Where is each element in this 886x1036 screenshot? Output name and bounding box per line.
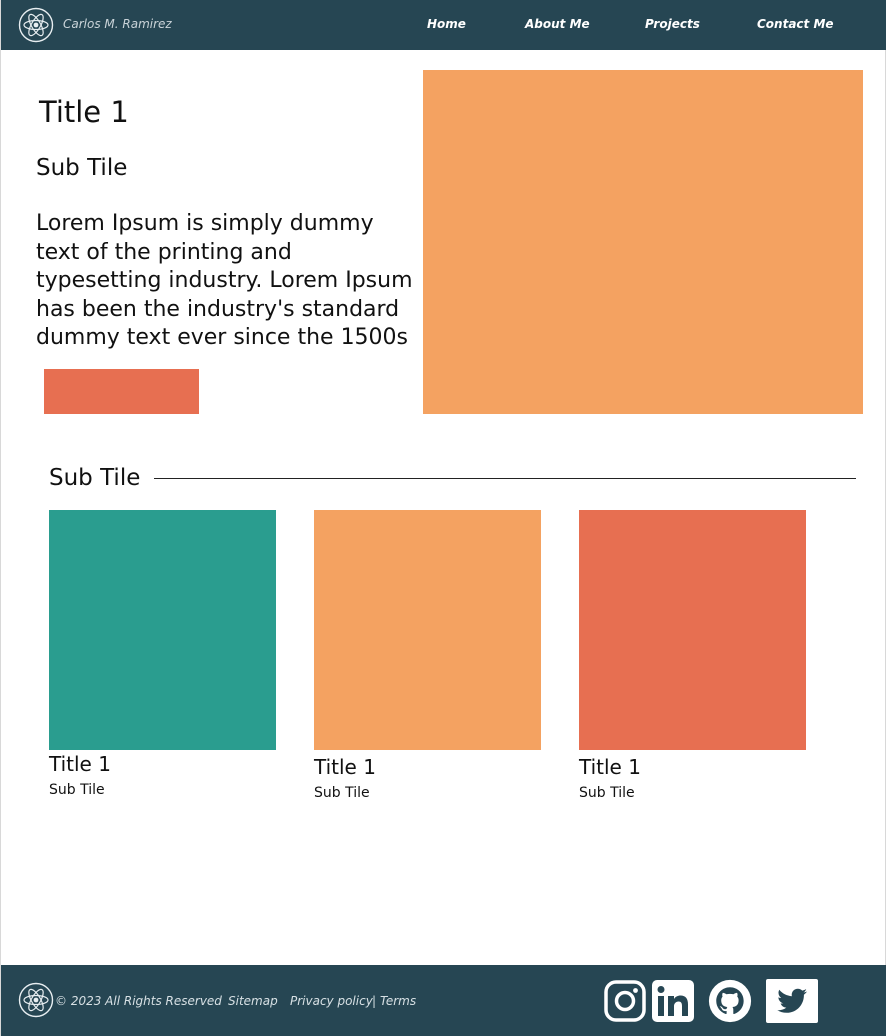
card-image-1[interactable] xyxy=(49,510,276,750)
footer-sitemap-link[interactable]: Sitemap xyxy=(228,994,278,1008)
hero-subtitle: Sub Tile xyxy=(36,155,128,181)
hero-image-placeholder xyxy=(423,70,863,414)
card-title-3: Title 1 xyxy=(579,755,641,779)
card-title-2: Title 1 xyxy=(314,755,376,779)
card-title-1: Title 1 xyxy=(49,752,111,776)
atom-logo-icon[interactable] xyxy=(18,7,54,43)
nav-home[interactable]: Home xyxy=(427,17,466,31)
hero-cta-button[interactable] xyxy=(44,369,199,414)
section-title: Sub Tile xyxy=(49,465,141,491)
hero-title: Title 1 xyxy=(39,95,129,129)
atom-logo-icon[interactable] xyxy=(18,982,54,1018)
footer-separator: | xyxy=(372,994,377,1008)
hero-body-text: Lorem Ipsum is simply dummy text of the … xyxy=(36,211,413,350)
footer-copyright: © 2023 All Rights Reserved xyxy=(55,994,222,1008)
nav-contact-me[interactable]: Contact Me xyxy=(757,17,834,31)
card-image-2[interactable] xyxy=(314,510,541,750)
section-divider xyxy=(154,478,856,479)
card-image-3[interactable] xyxy=(579,510,806,750)
github-icon[interactable] xyxy=(706,979,754,1023)
linkedin-icon[interactable] xyxy=(652,980,694,1022)
twitter-icon[interactable] xyxy=(766,979,818,1023)
card-subtitle-3: Sub Tile xyxy=(579,785,635,801)
card-subtitle-1: Sub Tile xyxy=(49,782,105,798)
instagram-icon[interactable] xyxy=(604,980,646,1022)
footer-privacy-link[interactable]: Privacy policy xyxy=(290,994,373,1008)
card-subtitle-2: Sub Tile xyxy=(314,785,370,801)
nav-projects[interactable]: Projects xyxy=(645,17,700,31)
nav-about-me[interactable]: About Me xyxy=(525,17,590,31)
brand-name: Carlos M. Ramirez xyxy=(63,17,172,31)
footer-terms-link[interactable]: Terms xyxy=(380,994,416,1008)
